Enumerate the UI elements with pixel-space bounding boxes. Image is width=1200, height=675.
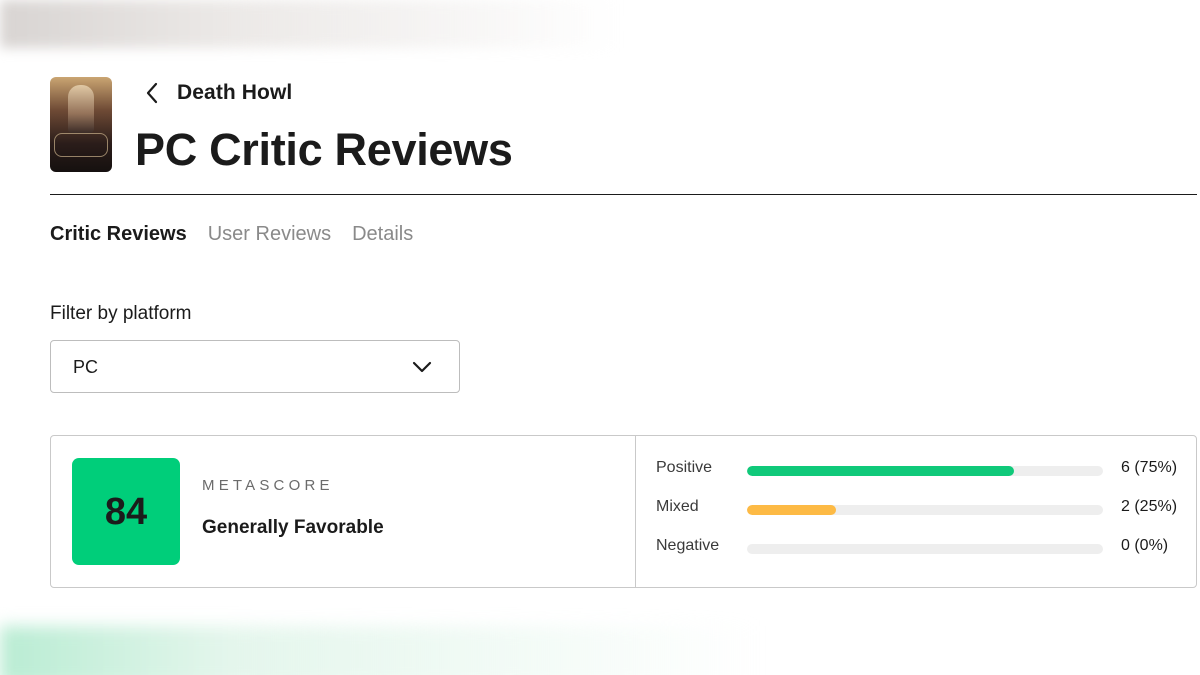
metascore-label: METASCORE bbox=[202, 477, 334, 494]
metascore-card: 84 METASCORE Generally Favorable Positiv… bbox=[50, 435, 1197, 588]
page: Death Howl PC Critic Reviews Critic Revi… bbox=[0, 0, 1200, 675]
platform-select-value: PC bbox=[73, 357, 99, 377]
distribution-bar-track bbox=[747, 505, 1103, 515]
distribution-bar-fill bbox=[747, 505, 836, 515]
game-name-link[interactable]: Death Howl bbox=[177, 80, 292, 106]
distribution-row-positive: Positive 6 (75%) bbox=[656, 456, 1186, 480]
distribution-count: 6 (75%) bbox=[1121, 459, 1178, 476]
chevron-down-icon bbox=[412, 361, 432, 373]
blurred-header-edge bbox=[0, 0, 620, 48]
metascore-value: 84 bbox=[104, 490, 148, 533]
chevron-left-icon[interactable] bbox=[142, 80, 162, 106]
header-divider bbox=[50, 194, 1197, 195]
distribution-count: 2 (25%) bbox=[1121, 498, 1178, 515]
distribution-count: 0 (0%) bbox=[1121, 537, 1169, 554]
distribution-label: Negative bbox=[656, 537, 720, 554]
tab-user-reviews[interactable]: User Reviews bbox=[208, 222, 331, 246]
platform-select[interactable]: PC bbox=[50, 340, 460, 393]
cover-art-figure bbox=[68, 85, 94, 133]
distribution-row-negative: Negative 0 (0%) bbox=[656, 534, 1186, 558]
card-divider bbox=[635, 436, 636, 587]
tab-critic-reviews[interactable]: Critic Reviews bbox=[50, 222, 187, 246]
distribution-bar-fill bbox=[747, 466, 1014, 476]
metascore-badge[interactable]: 84 bbox=[72, 458, 180, 565]
game-cover-image[interactable] bbox=[50, 77, 112, 172]
review-tabs: Critic Reviews User Reviews Details bbox=[50, 222, 413, 246]
cover-art-wordmark bbox=[54, 133, 108, 157]
page-title: PC Critic Reviews bbox=[135, 124, 513, 175]
blurred-footer-edge bbox=[0, 626, 760, 675]
distribution-row-mixed: Mixed 2 (25%) bbox=[656, 495, 1186, 519]
filter-label: Filter by platform bbox=[50, 303, 192, 324]
distribution-bar-track bbox=[747, 466, 1103, 476]
distribution-label: Positive bbox=[656, 459, 713, 476]
metascore-description: Generally Favorable bbox=[202, 517, 384, 538]
tab-details[interactable]: Details bbox=[352, 222, 413, 246]
distribution-bar-track bbox=[747, 544, 1103, 554]
distribution-label: Mixed bbox=[656, 498, 699, 515]
